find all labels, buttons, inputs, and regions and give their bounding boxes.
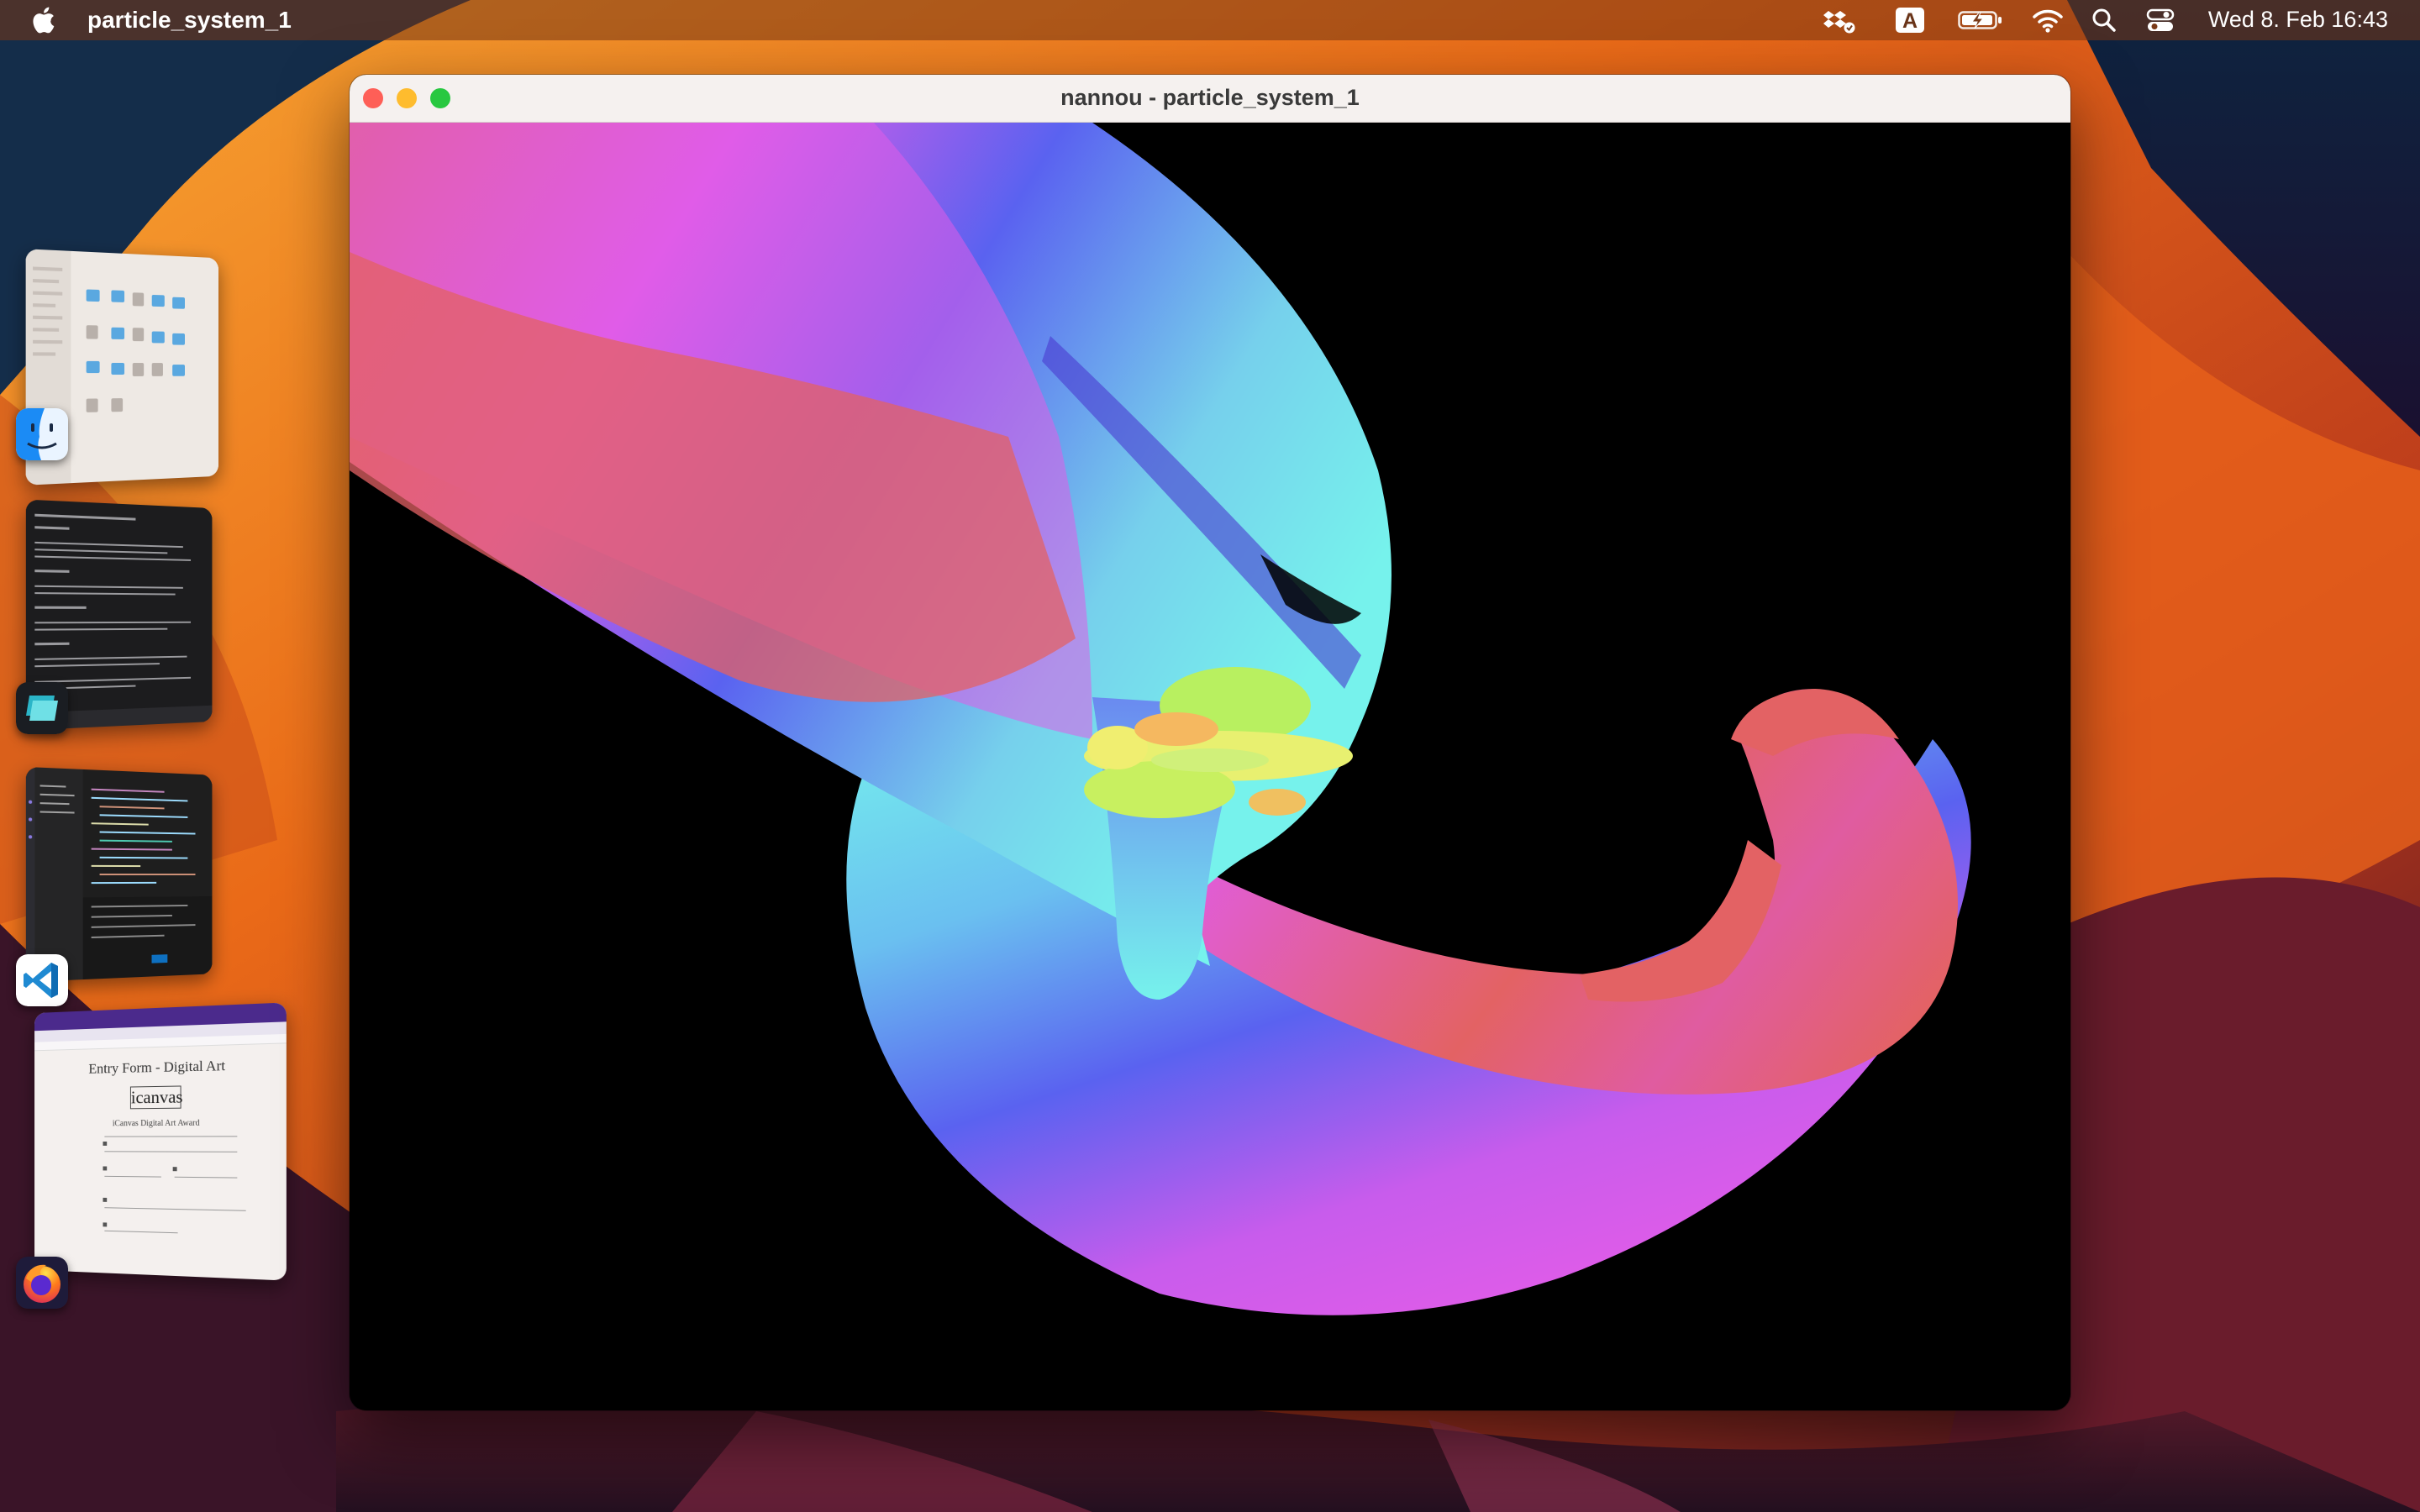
vscode-icon[interactable]	[16, 954, 68, 1006]
nannou-window[interactable]: nannou - particle_system_1	[350, 75, 2070, 1410]
firefox-icon[interactable]	[16, 1257, 68, 1309]
entry-form-fields	[34, 1127, 287, 1258]
active-app-name[interactable]: particle_system_1	[87, 7, 292, 34]
entry-form-heading: Entry Form - Digital Art	[88, 1057, 226, 1077]
stage-thumb-vscode[interactable]	[25, 766, 213, 983]
search-icon[interactable]	[2091, 7, 2118, 34]
icanvas-logo: icanvas	[129, 1085, 183, 1110]
control-center-icon[interactable]	[2146, 7, 2175, 34]
wifi-icon[interactable]	[2032, 7, 2064, 34]
battery-charging-icon[interactable]	[1958, 7, 2003, 34]
menu-clock[interactable]: Wed 8. Feb 16:43	[2208, 7, 2388, 33]
dropbox-icon[interactable]	[1823, 7, 1857, 34]
vscode-window-preview	[25, 766, 213, 983]
input-source-label: A	[1902, 9, 1918, 33]
particle-canvas[interactable]	[350, 123, 2070, 1410]
stage-thumb-firefox[interactable]: Entry Form - Digital Art icanvas iCanvas…	[34, 1002, 287, 1281]
window-titlebar[interactable]: nannou - particle_system_1	[350, 75, 2070, 123]
input-source-icon[interactable]: A	[1896, 8, 1924, 33]
warp-icon[interactable]	[16, 682, 68, 734]
menu-bar: particle_system_1 A Wed 8. Feb 16:43	[0, 0, 2420, 40]
finder-icon[interactable]	[16, 408, 68, 460]
window-title: nannou - particle_system_1	[1060, 85, 1360, 110]
apple-icon[interactable]	[30, 7, 55, 34]
